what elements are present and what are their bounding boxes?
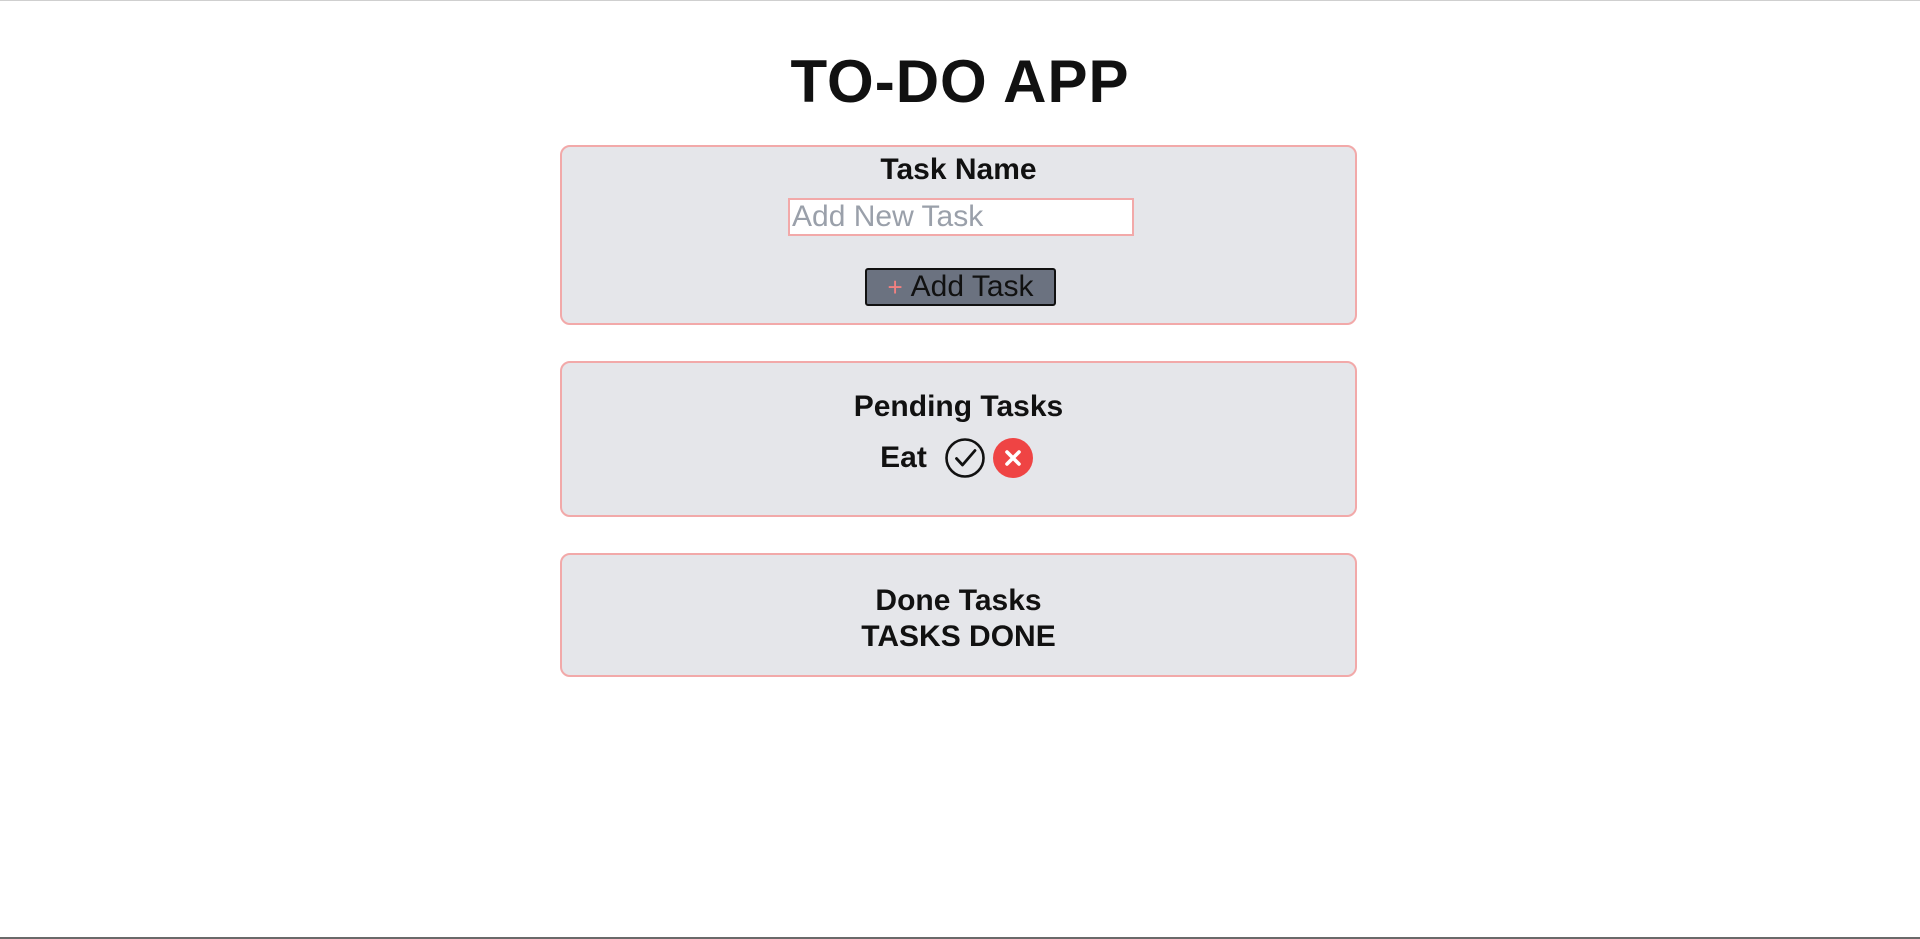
task-name-label: Task Name <box>880 153 1037 186</box>
delete-task-button[interactable] <box>992 437 1034 479</box>
task-name-input[interactable] <box>788 198 1134 236</box>
done-tasks-title: Done Tasks <box>875 584 1042 617</box>
list-item: Eat <box>562 437 1355 479</box>
done-tasks-card: Done Tasks TASKS DONE <box>560 553 1357 677</box>
complete-task-button[interactable] <box>944 437 986 479</box>
pending-tasks-card: Pending Tasks Eat <box>560 361 1357 517</box>
add-task-button-label: Add Task <box>910 270 1034 303</box>
plus-icon: + <box>887 272 903 302</box>
top-divider <box>0 0 1920 1</box>
done-tasks-status: TASKS DONE <box>861 620 1056 653</box>
check-circle-icon <box>945 438 985 478</box>
pending-tasks-title: Pending Tasks <box>853 390 1064 423</box>
task-item-name: Eat <box>880 441 927 474</box>
add-task-button[interactable]: + Add Task <box>865 268 1056 306</box>
add-task-card: Task Name + Add Task <box>560 145 1357 325</box>
x-circle-icon <box>992 438 1033 478</box>
page-title: TO-DO APP <box>790 48 1130 115</box>
